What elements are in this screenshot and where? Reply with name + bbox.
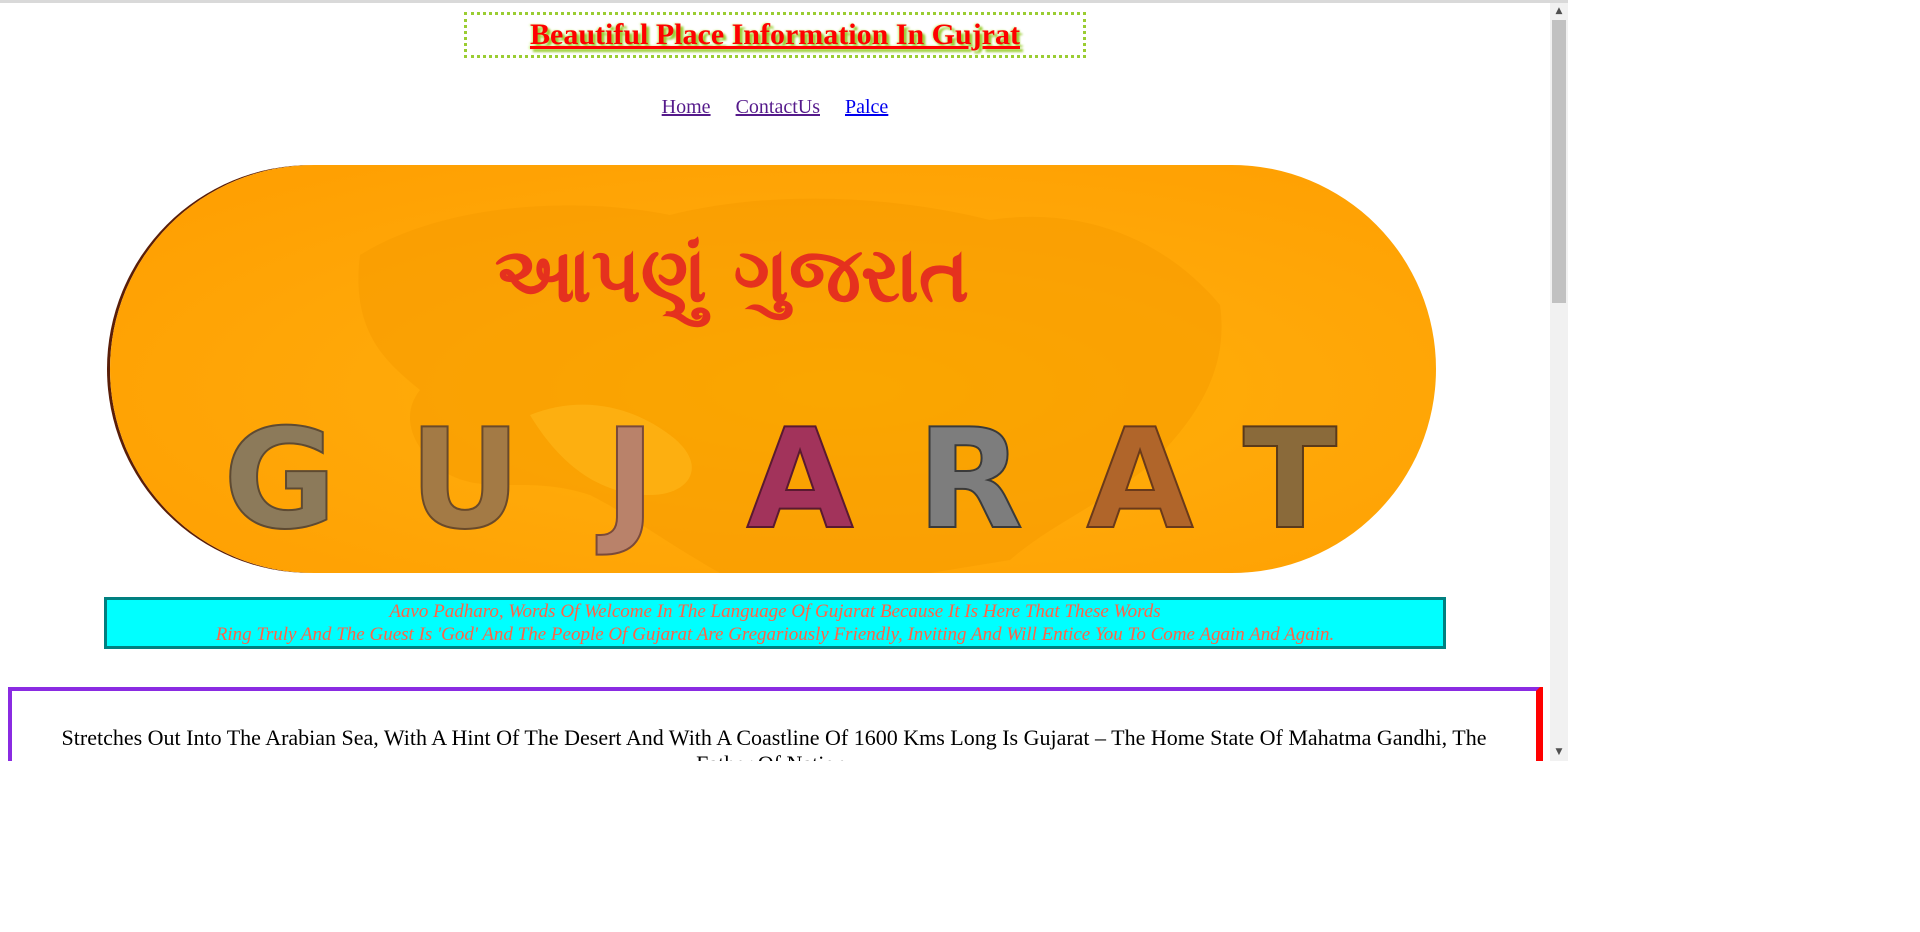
banner-letter-g: G: [223, 399, 336, 560]
welcome-line-1: Aavo Padharo, Words Of Welcome In The La…: [389, 601, 1161, 622]
content-paragraph: Stretches Out Into The Arabian Sea, With…: [61, 725, 1487, 761]
banner-letter-j: J: [596, 399, 655, 560]
nav-link-contactus[interactable]: ContactUs: [736, 96, 820, 118]
nav-link-home[interactable]: Home: [662, 96, 711, 118]
banner-letter-t: T: [1243, 399, 1337, 560]
banner-graphic: આપણું ગુજરાત G U J A R A T: [222, 198, 1338, 573]
page-title: Beautiful Place Information In Gujrat: [530, 18, 1020, 51]
page: Beautiful Place Information In Gujrat Ho…: [0, 3, 1550, 761]
title-box: Beautiful Place Information In Gujrat: [464, 12, 1086, 58]
gujarat-banner-image: આપણું ગુજરાત G U J A R A T: [110, 165, 1436, 573]
banner-letter-u: U: [409, 399, 521, 560]
banner-gujarati-text: આપણું ગુજરાત: [495, 230, 969, 328]
banner-photo-letters: G U J A R A T: [222, 398, 1338, 561]
vertical-scrollbar[interactable]: ▲ ▼: [1550, 3, 1568, 761]
banner-letter-a2: A: [1087, 399, 1194, 560]
scrollbar-thumb[interactable]: [1552, 20, 1566, 303]
banner-letter-a1: A: [747, 399, 854, 560]
nav-link-palce[interactable]: Palce: [845, 96, 888, 118]
main-nav: Home ContactUs Palce: [0, 96, 1550, 122]
welcome-message-box: Aavo Padharo, Words Of Welcome In The La…: [104, 597, 1446, 649]
scroll-down-arrow-icon[interactable]: ▼: [1550, 744, 1568, 761]
content-section: Stretches Out Into The Arabian Sea, With…: [8, 687, 1540, 761]
scroll-up-arrow-icon[interactable]: ▲: [1550, 3, 1568, 20]
banner-letter-r: R: [917, 399, 1023, 560]
welcome-line-2: Ring Truly And The Guest Is 'God' And Th…: [215, 624, 1335, 645]
